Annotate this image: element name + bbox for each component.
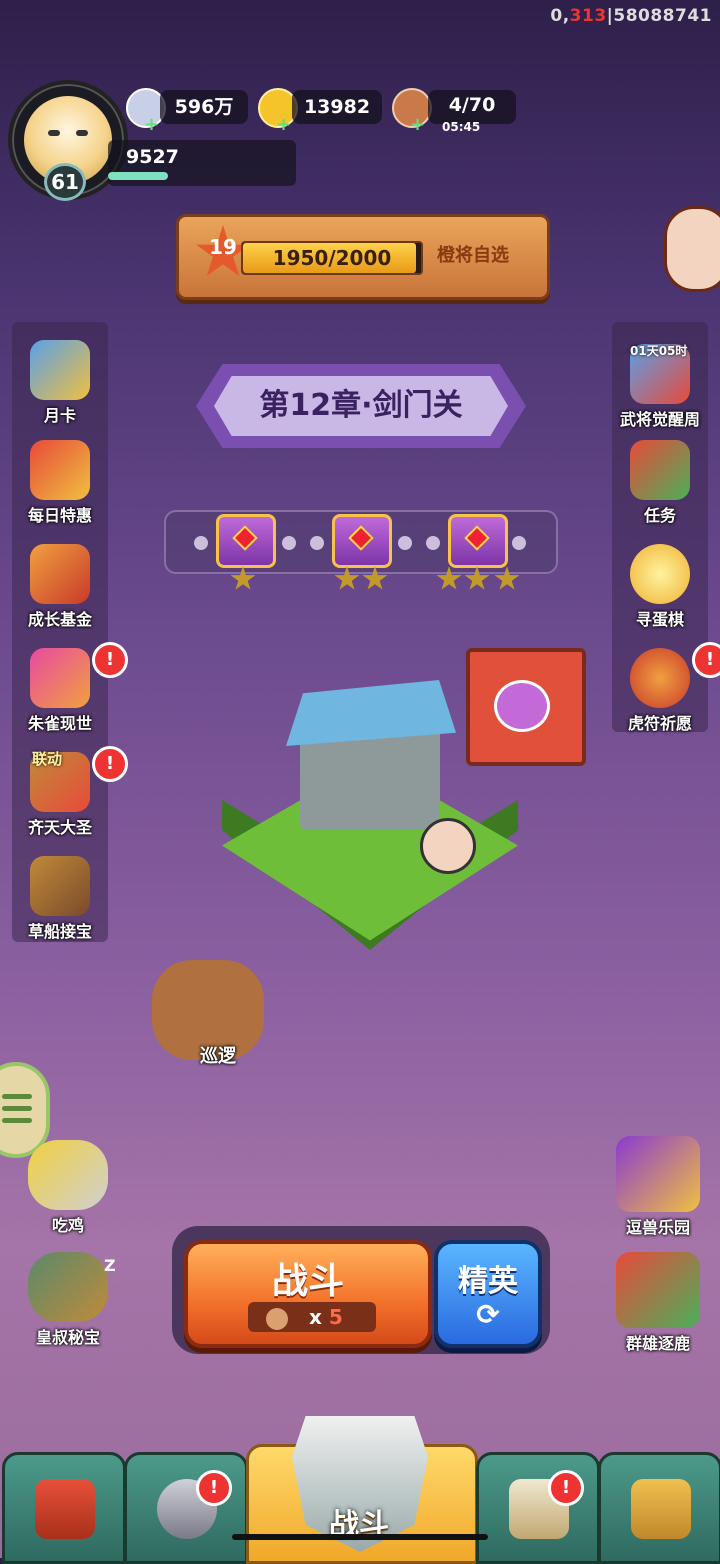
chest-2-star[interactable] [332, 514, 392, 568]
growth-fund-label: 成长基金 [27, 610, 92, 629]
progress-dot [310, 536, 324, 550]
gold-amount: 13982 [292, 90, 382, 124]
monthly-card-button[interactable]: 月卡 [12, 340, 108, 426]
progress-dot [398, 536, 412, 550]
egg-hunt-label: 寻蛋棋 [635, 610, 684, 629]
uncle-treasure-button[interactable]: 皇叔秘宝 [20, 1252, 116, 1348]
fund-character-icon [30, 544, 90, 604]
elite-button[interactable]: 精英 ⟳ [434, 1240, 542, 1348]
collab-tag: 联动 [32, 750, 63, 768]
straw-boat-label: 草船接宝 [27, 922, 92, 941]
chicken-label: 吃鸡 [51, 1216, 84, 1235]
progress-dot [282, 536, 296, 550]
nav-upgrade[interactable] [598, 1452, 720, 1564]
silver-amount: 596万 [160, 90, 248, 124]
city-gate-icon [35, 1479, 95, 1539]
chicken-icon [28, 1140, 108, 1210]
chest-1-star[interactable] [216, 514, 276, 568]
debug-readout: 0,313|58088741 [550, 6, 712, 26]
sleeping-uncle-icon [28, 1252, 108, 1322]
general-character[interactable] [420, 818, 476, 874]
patrol-label: 巡逻 [200, 1046, 236, 1067]
power-bar [108, 172, 168, 180]
progress-dot [426, 536, 440, 550]
vermilion-bird-alert-icon: ! [92, 642, 128, 678]
peeking-character[interactable] [664, 206, 720, 292]
uncle-treasure-label: 皇叔秘宝 [35, 1328, 100, 1347]
fight-label: 战斗 [271, 1261, 344, 1302]
phoenix-icon [30, 648, 90, 708]
fight-button[interactable]: 战斗 x 5 [184, 1240, 432, 1348]
cost-multiplier: x [308, 1305, 322, 1329]
gold-add-icon[interactable]: + [276, 114, 291, 135]
refresh-icon: ⟳ [476, 1298, 500, 1331]
awakening-week-label: 武将觉醒周 [619, 410, 700, 429]
quest-progress-text: 1950/2000 [272, 246, 392, 270]
awakening-timer: 01天05时 [630, 344, 688, 358]
silver-add-icon[interactable]: + [144, 114, 159, 135]
daily-deal-label: 每日特惠 [27, 506, 92, 525]
player-level-badge: 61 [44, 163, 86, 201]
scroll-icon [630, 440, 690, 500]
monthly-card-label: 月卡 [43, 406, 76, 425]
items-alert-icon: ! [548, 1470, 584, 1506]
tasks-button[interactable]: 任务 [612, 440, 708, 526]
boat-icon [30, 856, 90, 916]
beast-park-label: 逗兽乐园 [625, 1218, 690, 1237]
stamina-timer: 05:45 [442, 120, 481, 134]
tasks-label: 任务 [643, 506, 676, 525]
monkey-king-label: 齐天大圣 [27, 818, 92, 837]
hero-chase-label: 群雄逐鹿 [625, 1334, 690, 1353]
calendar-icon [30, 340, 90, 400]
power-value: 9527 [126, 146, 179, 168]
home-indicator [232, 1534, 488, 1540]
nav-heroes[interactable] [124, 1452, 248, 1564]
hero-chase-button[interactable]: 群雄逐鹿 [610, 1252, 706, 1354]
quest-reward-label: 橙将自选 [437, 245, 509, 266]
quest-progress-bar: 1950/2000 [241, 241, 423, 275]
growth-fund-button[interactable]: 成长基金 [12, 544, 108, 630]
progress-dot [512, 536, 526, 550]
heroes-alert-icon: ! [196, 1470, 232, 1506]
meat-icon [266, 1307, 288, 1330]
beast-park-button[interactable]: 逗兽乐园 [610, 1136, 706, 1238]
fight-cost: x 5 [248, 1302, 376, 1332]
beast-park-icon [616, 1136, 700, 1212]
nav-items[interactable] [476, 1452, 600, 1564]
daily-deal-button[interactable]: 每日特惠 [12, 440, 108, 526]
sleep-z-icon: Z [104, 1256, 116, 1275]
monkey-king-alert-icon: ! [92, 746, 128, 782]
stamina-amount: 4/70 [428, 90, 516, 124]
quest-plank[interactable]: 19 1950/2000 橙将自选 [176, 214, 550, 300]
tiger-tally-icon [630, 648, 690, 708]
cost-count: 5 [328, 1305, 343, 1329]
elite-label: 精英 [458, 1264, 518, 1299]
vermilion-bird-label: 朱雀现世 [27, 714, 92, 733]
power-panel: 9527 [108, 140, 296, 186]
straw-boat-button[interactable]: 草船接宝 [12, 856, 108, 942]
egg-icon [630, 544, 690, 604]
chicken-button[interactable]: 吃鸡 [20, 1140, 116, 1236]
gift-bag-icon [30, 440, 90, 500]
chest-3-star[interactable] [448, 514, 508, 568]
egg-hunt-button[interactable]: 寻蛋棋 [612, 544, 708, 630]
stamina-add-icon[interactable]: + [410, 114, 425, 135]
tiger-tally-label: 虎符祈愿 [627, 714, 692, 733]
chapter-title: 第12章·剑门关 [259, 388, 463, 423]
tiger-tally-alert-icon: ! [692, 642, 720, 678]
nav-city[interactable] [2, 1452, 126, 1564]
fist-upgrade-icon [631, 1479, 691, 1539]
hero-chase-icon [616, 1252, 700, 1328]
paw-icon [494, 680, 550, 732]
progress-dot [194, 536, 208, 550]
